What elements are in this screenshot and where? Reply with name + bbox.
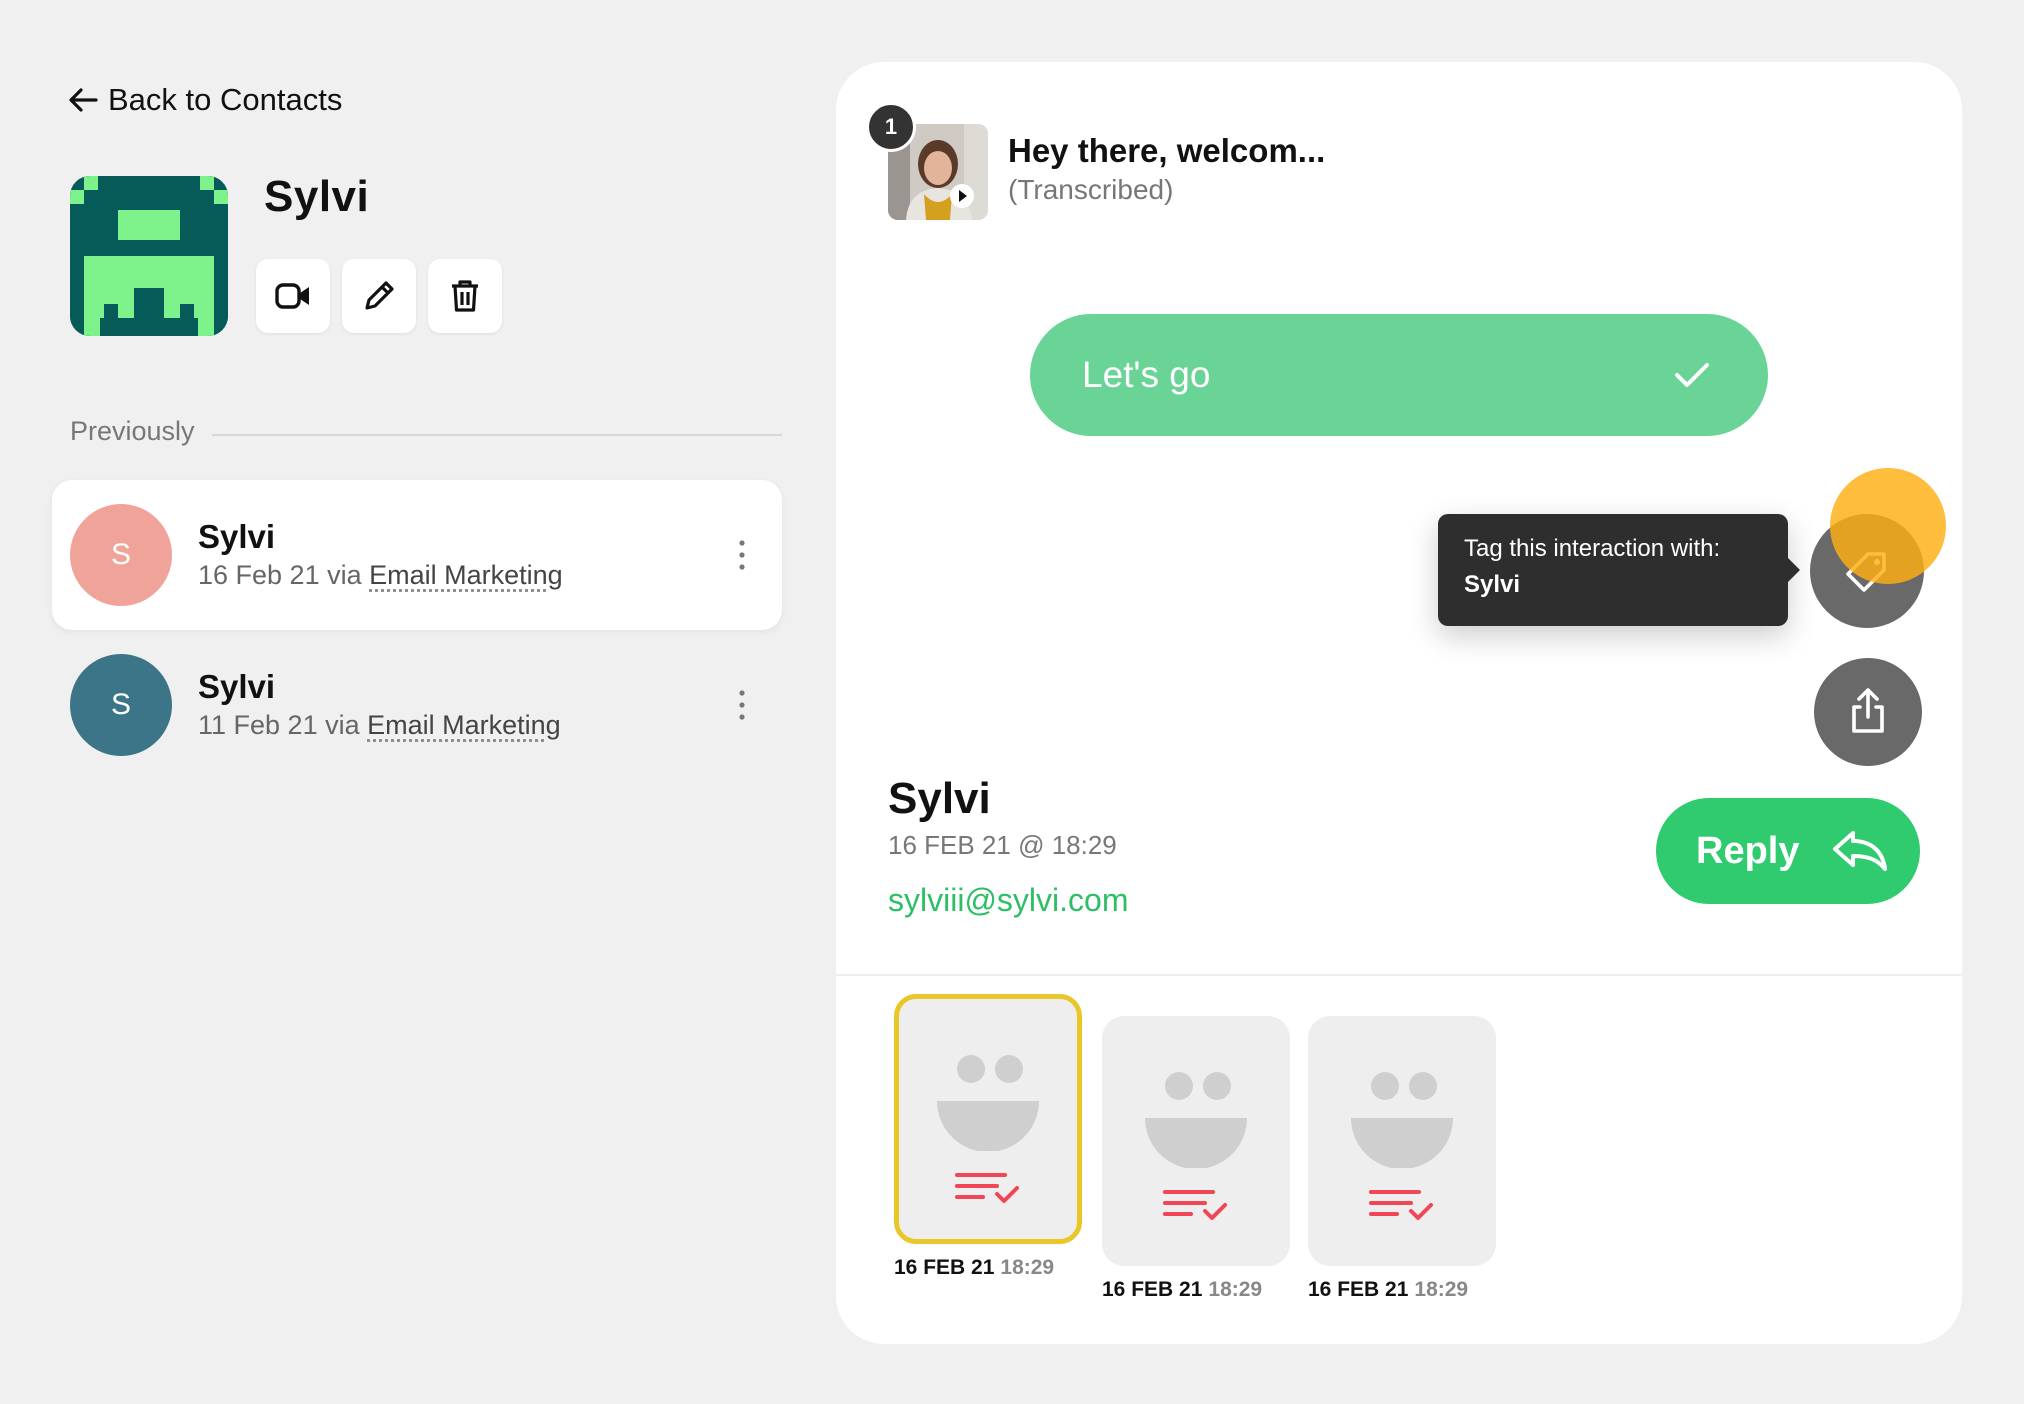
tag-interaction-button[interactable] — [1810, 514, 1924, 628]
response-tile[interactable] — [1102, 1016, 1290, 1266]
respondent-name: Sylvi — [888, 774, 991, 823]
interaction-item[interactable]: S Sylvi 16 Feb 21 via Email Marketing — [52, 480, 782, 630]
more-vertical-icon — [739, 690, 745, 720]
checkmark-icon — [1675, 363, 1709, 387]
smiley-placeholder-icon — [937, 1055, 1039, 1151]
tooltip-text: Tag this interaction with: — [1464, 535, 1721, 562]
tooltip-tag-name: Sylvi — [1464, 571, 1521, 598]
share-icon — [1852, 688, 1884, 733]
list-check-icon — [1369, 1190, 1433, 1220]
interaction-date: 16 Feb 21 via — [198, 560, 370, 590]
previously-label: Previously — [70, 416, 195, 446]
smiley-placeholder-icon — [1145, 1072, 1247, 1168]
interaction-date: 11 Feb 21 via — [198, 710, 368, 740]
contact-actions — [256, 259, 502, 333]
record-video-button[interactable] — [256, 259, 330, 333]
interaction-avatar: S — [70, 504, 172, 606]
answer-text: Let's go — [1082, 354, 1211, 395]
edit-contact-button[interactable] — [342, 259, 416, 333]
list-check-icon — [1163, 1190, 1227, 1220]
video-title: Hey there, welcom... — [1008, 132, 1326, 169]
respondent-email[interactable]: sylviii@sylvi.com — [888, 882, 1128, 919]
reply-button[interactable]: Reply — [1656, 798, 1920, 904]
interaction-source-link[interactable]: Email Marketing — [367, 710, 561, 740]
interaction-menu-button[interactable] — [722, 525, 762, 585]
trash-icon — [452, 280, 478, 312]
reply-arrow-icon — [1833, 831, 1888, 871]
response-tile[interactable] — [1308, 1016, 1496, 1266]
tag-tooltip: Tag this interaction with: Sylvi — [1438, 514, 1800, 626]
interaction-avatar: S — [70, 654, 172, 756]
answer-bubble: Let's go — [1030, 314, 1768, 436]
interaction-name: Sylvi — [198, 518, 276, 555]
reply-label: Reply — [1696, 829, 1800, 872]
previously-divider — [212, 434, 782, 436]
contact-name: Sylvi — [264, 172, 370, 221]
response-tile-date: 16 FEB 21 18:29 — [894, 1256, 1055, 1279]
back-to-contacts-link[interactable]: Back to Contacts — [68, 78, 342, 122]
card-divider — [836, 974, 1962, 976]
more-vertical-icon — [739, 540, 745, 570]
list-check-icon — [955, 1173, 1019, 1203]
pencil-icon — [365, 281, 394, 310]
contact-avatar — [70, 176, 228, 336]
video-camera-icon — [275, 283, 309, 309]
interaction-name: Sylvi — [198, 668, 276, 705]
back-label: Back to Contacts — [108, 82, 343, 117]
delete-contact-button[interactable] — [428, 259, 502, 333]
step-number-badge: 1 — [866, 102, 916, 152]
video-subtitle: (Transcribed) — [1008, 174, 1174, 205]
respondent-datetime: 16 FEB 21 @ 18:29 — [888, 830, 1117, 860]
smiley-placeholder-icon — [1351, 1072, 1453, 1168]
tag-icon — [1846, 552, 1886, 592]
share-button[interactable] — [1814, 658, 1922, 766]
arrow-left-icon — [69, 88, 98, 112]
interaction-item[interactable]: S Sylvi 11 Feb 21 via Email Marketing — [52, 630, 782, 780]
response-tile[interactable] — [894, 994, 1082, 1244]
interaction-menu-button[interactable] — [722, 675, 762, 735]
response-tile-date: 16 FEB 21 18:29 — [1308, 1278, 1469, 1301]
response-tile-date: 16 FEB 21 18:29 — [1102, 1278, 1263, 1301]
interaction-source-link[interactable]: Email Marketing — [369, 560, 563, 590]
